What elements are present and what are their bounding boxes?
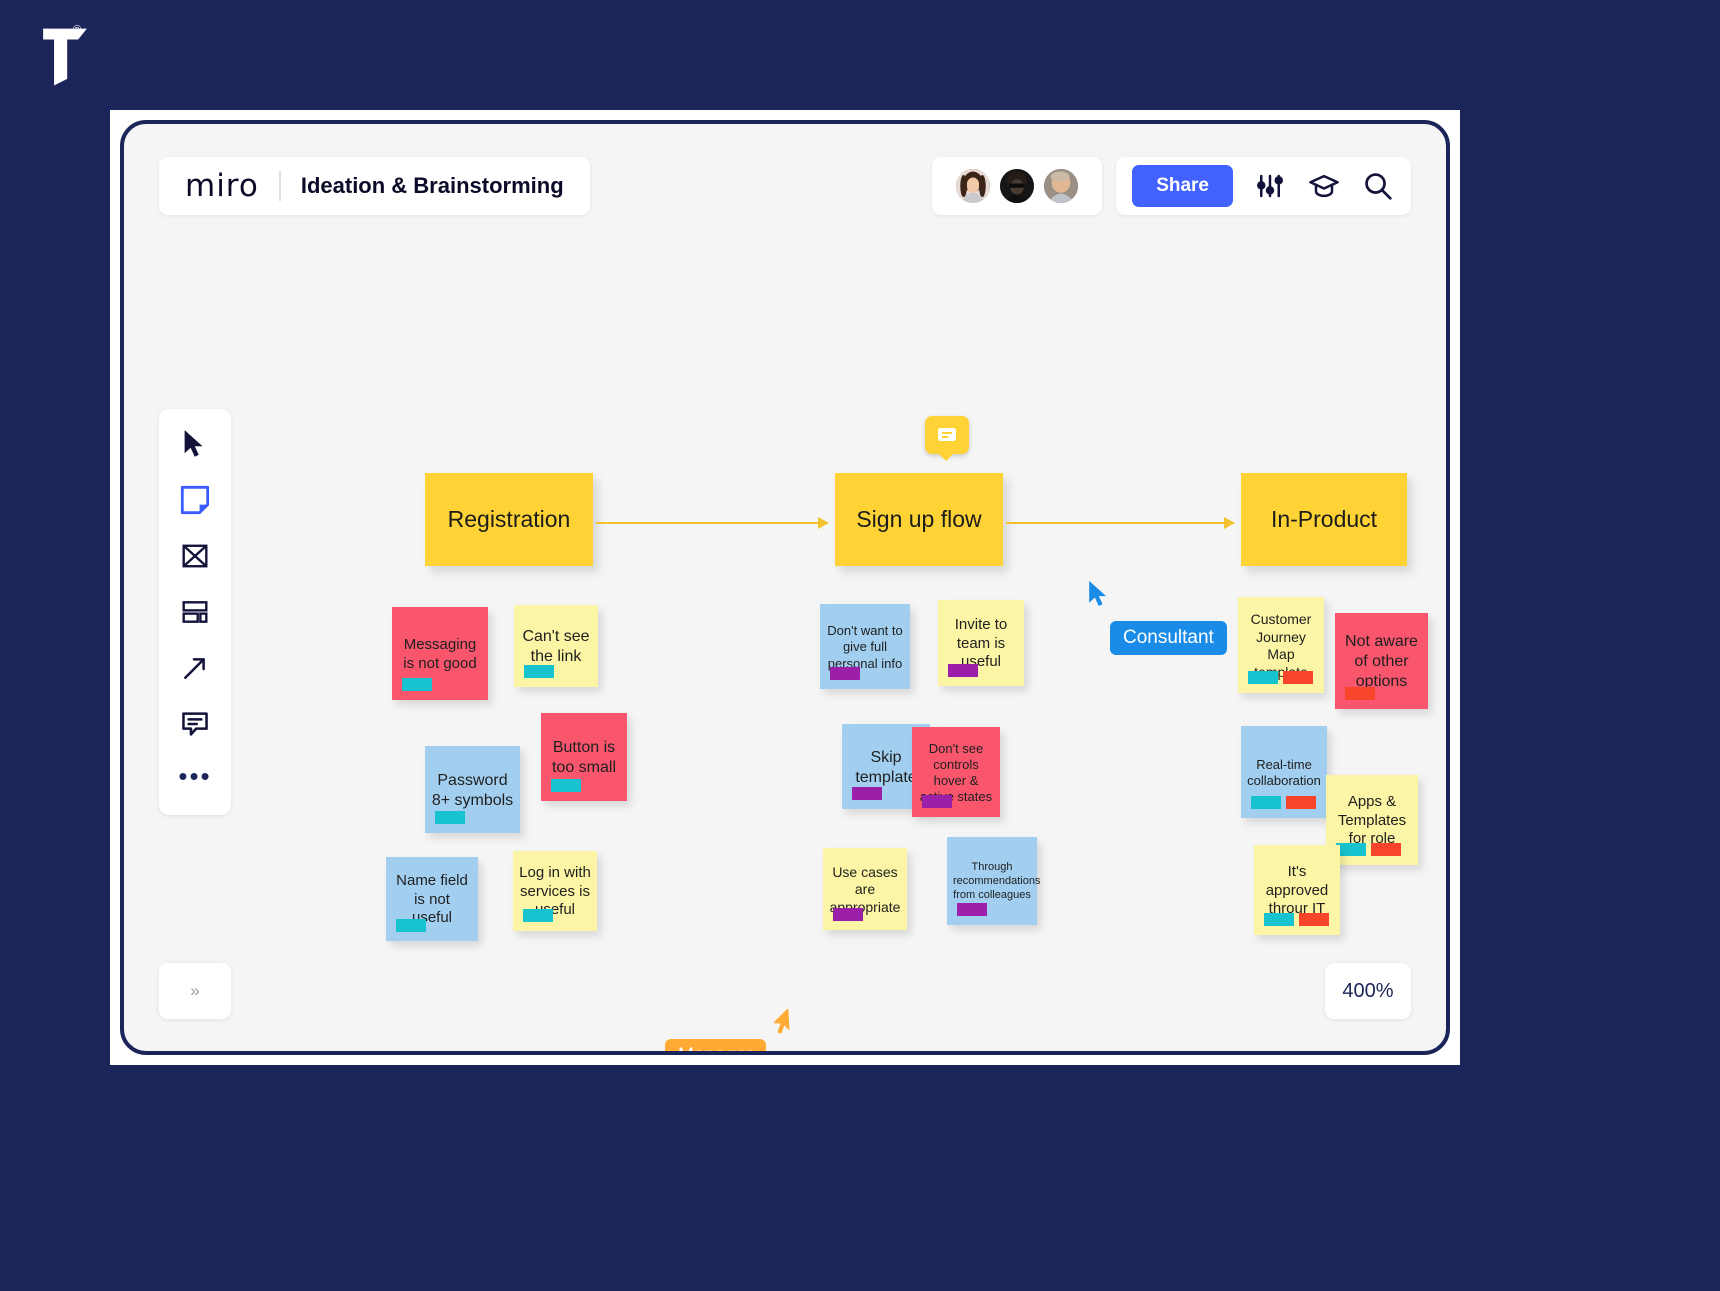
sticky-note[interactable]: Don't see controls hover & active states — [912, 727, 1000, 817]
sticky-note[interactable]: Can't see the link — [514, 605, 598, 687]
sticky-note[interactable]: Log in with services is useful — [513, 851, 597, 931]
tag-chip — [1345, 687, 1375, 700]
sticky-note-tags — [1345, 687, 1375, 700]
tag-chip — [396, 919, 426, 932]
sticky-note-tags — [523, 909, 553, 922]
sticky-note[interactable]: Real-time collaboration — [1241, 726, 1327, 818]
sticky-note-tags — [957, 903, 987, 916]
sticky-note[interactable]: Through recommendations from colleagues — [947, 837, 1041, 925]
sticky-note-tags — [922, 795, 952, 808]
sticky-note[interactable]: Invite to team is useful — [938, 600, 1024, 686]
tag-chip — [1286, 796, 1316, 809]
sticky-note-text: Don't want to give full personal info — [827, 623, 903, 671]
sticky-note-tags — [1248, 671, 1313, 684]
flow-card[interactable]: Registration — [425, 473, 593, 566]
sticky-note[interactable]: Name field is not useful — [386, 857, 478, 941]
tag-chip — [435, 811, 465, 824]
tag-chip — [1371, 843, 1401, 856]
tag-chip — [852, 787, 882, 800]
sticky-note-text: Messaging is not good — [403, 635, 477, 672]
collaborator-cursor-pointer — [772, 1007, 798, 1044]
sticky-note-text: Real-time collaboration — [1247, 756, 1321, 788]
sticky-note-tags — [396, 919, 426, 932]
flow-card-label: Sign up flow — [856, 506, 982, 532]
comment-pin[interactable] — [925, 416, 969, 461]
sticky-note-tags — [830, 667, 860, 680]
flow-card[interactable]: Sign up flow — [835, 473, 1003, 566]
sticky-note-tags — [948, 664, 978, 677]
tag-chip — [551, 779, 581, 792]
tag-chip — [957, 903, 987, 916]
sticky-note-tags — [402, 678, 432, 691]
tag-chip — [524, 665, 554, 678]
sticky-note-tags — [833, 908, 863, 921]
sticky-note-text: Through recommendations from colleagues — [953, 861, 1041, 901]
sticky-note[interactable]: Not aware of other options — [1335, 613, 1428, 709]
tag-chip — [1264, 913, 1294, 926]
sticky-note-tags — [551, 779, 581, 792]
sticky-note-text: Password 8+ symbols — [431, 771, 514, 809]
sticky-note[interactable]: It's approved throur IT — [1254, 845, 1340, 935]
collaborator-cursor-pointer — [1087, 579, 1111, 614]
sticky-note-text: Can't see the link — [522, 628, 590, 665]
flow-card[interactable]: In-Product — [1241, 473, 1407, 566]
sticky-note[interactable]: Messaging is not good — [392, 607, 488, 700]
tag-chip — [948, 664, 978, 677]
sticky-note-tags — [852, 787, 882, 800]
sticky-note[interactable]: Use cases are appropriate — [823, 848, 907, 930]
collapse-panel-button[interactable]: » — [159, 963, 231, 1019]
sticky-note[interactable]: Password 8+ symbols — [425, 746, 520, 833]
sticky-note-tags — [524, 665, 554, 678]
tag-chip — [922, 795, 952, 808]
page-frame: miro Ideation & Brainstorming Share ••• … — [110, 110, 1460, 1065]
tag-chip — [830, 667, 860, 680]
tag-chip — [1336, 843, 1366, 856]
collaborator-cursor-label: Manager — [665, 1039, 766, 1051]
sticky-note-tags — [1336, 843, 1401, 856]
collaborator-cursor-label: Consultant — [1110, 621, 1227, 655]
sticky-note-tags — [1251, 796, 1316, 809]
sticky-note[interactable]: Button is too small — [541, 713, 627, 801]
toptal-logo — [30, 22, 100, 92]
sticky-note-tags — [1264, 913, 1329, 926]
comment-icon — [938, 428, 956, 441]
registered-mark: ® — [73, 24, 82, 36]
board-canvas[interactable]: Registration Sign up flow In-Product Messag… — [124, 124, 1446, 1051]
tag-chip — [1299, 913, 1329, 926]
sticky-note[interactable]: Don't want to give full personal info — [820, 604, 910, 689]
flow-arrow — [596, 517, 829, 529]
sticky-note-tags — [435, 811, 465, 824]
flow-card-label: Registration — [447, 506, 571, 532]
miro-board: miro Ideation & Brainstorming Share ••• … — [120, 120, 1450, 1055]
flow-arrow — [1006, 517, 1235, 529]
sticky-note-text: Apps & Templates for role — [1337, 792, 1407, 848]
sticky-note-text: Not aware of other options — [1345, 633, 1418, 690]
flow-card-label: In-Product — [1270, 506, 1378, 532]
zoom-level[interactable]: 400% — [1325, 963, 1411, 1019]
sticky-note[interactable]: Customer Journey Map template — [1238, 597, 1324, 693]
sticky-note-text: It's approved throur IT — [1265, 862, 1329, 918]
tag-chip — [402, 678, 432, 691]
sticky-note-text: Button is too small — [551, 739, 617, 776]
tag-chip — [1283, 671, 1313, 684]
tag-chip — [833, 908, 863, 921]
tag-chip — [1248, 671, 1278, 684]
tag-chip — [523, 909, 553, 922]
tag-chip — [1251, 796, 1281, 809]
